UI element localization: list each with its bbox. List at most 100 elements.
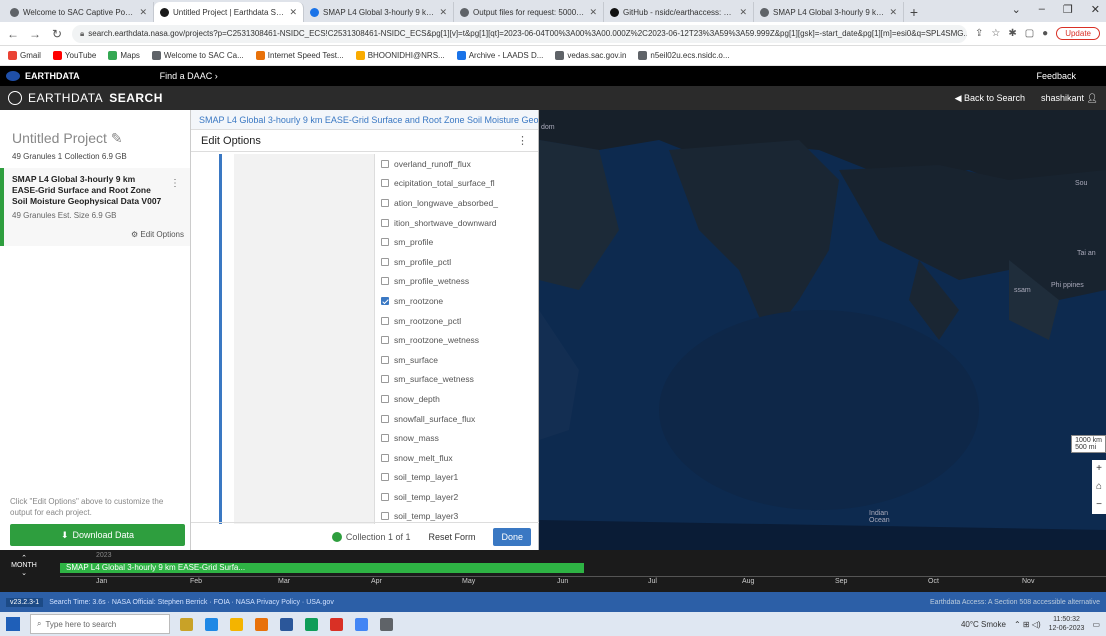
- share-icon[interactable]: ⇪: [975, 28, 983, 39]
- app-icon[interactable]: [380, 617, 393, 631]
- timeline-collection-bar[interactable]: SMAP L4 Global 3-hourly 9 km EASE-Grid S…: [60, 563, 584, 573]
- task-view-icon[interactable]: [180, 617, 193, 631]
- tab-close-icon[interactable]: ✕: [439, 7, 447, 18]
- tab-search-icon[interactable]: ⌄: [1012, 3, 1021, 16]
- windows-start-icon[interactable]: [6, 617, 20, 631]
- reset-form-button[interactable]: Reset Form: [422, 529, 481, 545]
- back-icon[interactable]: ←: [6, 27, 20, 41]
- variable-row[interactable]: snow_melt_flux: [375, 448, 507, 468]
- variable-checkbox[interactable]: [381, 336, 389, 345]
- clock[interactable]: 11:50:32 12-06-2023: [1049, 615, 1085, 633]
- timeline-zoom-control[interactable]: ⌃ MONTH ⌄: [8, 554, 40, 577]
- variable-checkbox[interactable]: [381, 434, 389, 443]
- browser-tab[interactable]: GitHub - nsidc/earthaccess: Pyth ✕: [604, 2, 754, 22]
- taskbar-search[interactable]: ⌕ Type here to search: [30, 614, 170, 634]
- variable-checkbox[interactable]: [381, 159, 389, 168]
- download-data-button[interactable]: ⬇ Download Data: [10, 524, 185, 546]
- map-view[interactable]: dom Sou Tai an Phi ppines Indian Ocean s…: [539, 110, 1106, 550]
- minimize-icon[interactable]: –: [1039, 3, 1045, 16]
- variable-checkbox[interactable]: [381, 198, 389, 207]
- profile-icon[interactable]: ●: [1042, 28, 1048, 39]
- variable-checkbox[interactable]: [381, 492, 389, 501]
- firefox-icon[interactable]: [255, 617, 268, 631]
- zoom-out-button[interactable]: −: [1096, 496, 1102, 514]
- word-icon[interactable]: [280, 617, 293, 631]
- variable-row[interactable]: snow_depth: [375, 389, 507, 409]
- footer-links[interactable]: Search Time: 3.6s · NASA Official: Steph…: [49, 599, 334, 606]
- chrome-icon[interactable]: [305, 617, 318, 631]
- variable-row[interactable]: sm_profile_wetness: [375, 272, 507, 292]
- variable-checkbox[interactable]: [381, 296, 389, 305]
- new-tab-button[interactable]: +: [904, 2, 924, 22]
- browser-tab-active[interactable]: Untitled Project | Earthdata Sear ✕: [154, 2, 304, 22]
- edit-options-button[interactable]: ⚙ Edit Options: [131, 230, 184, 239]
- variable-row[interactable]: sm_profile: [375, 232, 507, 252]
- variable-row[interactable]: overland_runoff_flux: [375, 154, 507, 174]
- bookmark-bhoonidhi[interactable]: BHOONIDHI@NRS...: [355, 51, 445, 60]
- variable-checkbox[interactable]: [381, 277, 389, 286]
- variable-row[interactable]: soil_temp_layer2: [375, 487, 507, 507]
- panel-menu-icon[interactable]: ⋮: [517, 134, 528, 147]
- variable-checkbox[interactable]: [381, 257, 389, 266]
- variable-row[interactable]: ition_shortwave_downward: [375, 213, 507, 233]
- chevron-up-icon[interactable]: ⌃: [8, 554, 40, 562]
- tab-close-icon[interactable]: ✕: [739, 7, 747, 18]
- tab-close-icon[interactable]: ✕: [889, 7, 897, 18]
- app-icon[interactable]: [355, 617, 368, 631]
- variable-checkbox[interactable]: [381, 414, 389, 423]
- variable-checkbox[interactable]: [381, 512, 389, 521]
- variable-checkbox[interactable]: [381, 453, 389, 462]
- find-daac-link[interactable]: Find a DAAC ›: [160, 71, 218, 81]
- sidebar-icon[interactable]: ▢: [1025, 28, 1034, 39]
- browser-tab[interactable]: SMAP L4 Global 3-hourly 9 km E ✕: [304, 2, 454, 22]
- variable-row[interactable]: ecipitation_total_surface_fl: [375, 174, 507, 194]
- bookmark-youtube[interactable]: YouTube: [52, 51, 96, 60]
- chevron-down-icon[interactable]: ⌄: [8, 569, 40, 577]
- bookmark-gmail[interactable]: Gmail: [8, 51, 41, 60]
- reload-icon[interactable]: ↻: [50, 27, 64, 41]
- variable-checkbox[interactable]: [381, 473, 389, 482]
- variable-row[interactable]: sm_profile_pctl: [375, 252, 507, 272]
- bookmark-sac[interactable]: Welcome to SAC Ca...: [151, 51, 244, 60]
- forward-icon[interactable]: →: [28, 27, 42, 41]
- variable-checkbox[interactable]: [381, 316, 389, 325]
- collection-card[interactable]: SMAP L4 Global 3-hourly 9 km EASE-Grid S…: [0, 168, 190, 246]
- variable-row[interactable]: sm_rootzone_wetness: [375, 330, 507, 350]
- weather-widget[interactable]: 40°C Smoke: [961, 620, 1006, 629]
- tab-close-icon[interactable]: ✕: [589, 7, 597, 18]
- variable-row[interactable]: snowfall_surface_flux: [375, 409, 507, 429]
- browser-tab[interactable]: SMAP L4 Global 3-hourly 9 km E ✕: [754, 2, 904, 22]
- browser-tab[interactable]: Welcome to SAC Captive Portal ✕: [4, 2, 154, 22]
- bookmark-laads[interactable]: Archive - LAADS D...: [456, 51, 543, 60]
- variable-checkbox[interactable]: [381, 218, 389, 227]
- feedback-link[interactable]: Feedback: [1036, 71, 1076, 81]
- back-to-search-link[interactable]: ◀ Back to Search: [955, 93, 1025, 104]
- url-field[interactable]: 🔒︎ search.earthdata.nasa.gov/projects?p=C…: [72, 24, 967, 43]
- edit-pencil-icon[interactable]: ✎: [111, 130, 123, 146]
- user-menu[interactable]: shashikant 👤︎: [1041, 93, 1098, 104]
- variable-checkbox[interactable]: [381, 238, 389, 247]
- variable-checkbox[interactable]: [381, 394, 389, 403]
- accessibility-link[interactable]: Earthdata Access: A Section 508 accessib…: [930, 599, 1100, 606]
- variable-checkbox[interactable]: [381, 355, 389, 364]
- variable-row[interactable]: sm_surface_wetness: [375, 370, 507, 390]
- variable-row[interactable]: soil_temp_layer1: [375, 468, 507, 488]
- notifications-icon[interactable]: ▭: [1092, 620, 1100, 629]
- earthdata-search-logo[interactable]: EARTHDATA SEARCH: [8, 91, 163, 105]
- edge-icon[interactable]: [205, 617, 218, 631]
- variable-list[interactable]: overland_runoff_flux ecipitation_total_su…: [374, 154, 507, 524]
- variable-checkbox[interactable]: [381, 375, 389, 384]
- variable-row[interactable]: snow_mass: [375, 428, 507, 448]
- bookmark-vedas[interactable]: vedas.sac.gov.in: [555, 51, 626, 60]
- browser-tab[interactable]: Output files for request: 5000004 ✕: [454, 2, 604, 22]
- close-icon[interactable]: ✕: [1091, 3, 1100, 16]
- file-explorer-icon[interactable]: [230, 617, 243, 631]
- variable-row[interactable]: sm_rootzone: [375, 291, 507, 311]
- bookmark-speedtest[interactable]: Internet Speed Test...: [255, 51, 344, 60]
- variable-checkbox[interactable]: [381, 179, 389, 188]
- project-title[interactable]: Untitled Project ✎: [12, 130, 123, 147]
- variable-row[interactable]: ation_longwave_absorbed_: [375, 193, 507, 213]
- collection-menu-icon[interactable]: ⋮: [170, 178, 180, 189]
- maximize-icon[interactable]: ❐: [1063, 3, 1073, 16]
- bookmark-nsidc[interactable]: n5eil02u.ecs.nsidc.o...: [638, 51, 730, 60]
